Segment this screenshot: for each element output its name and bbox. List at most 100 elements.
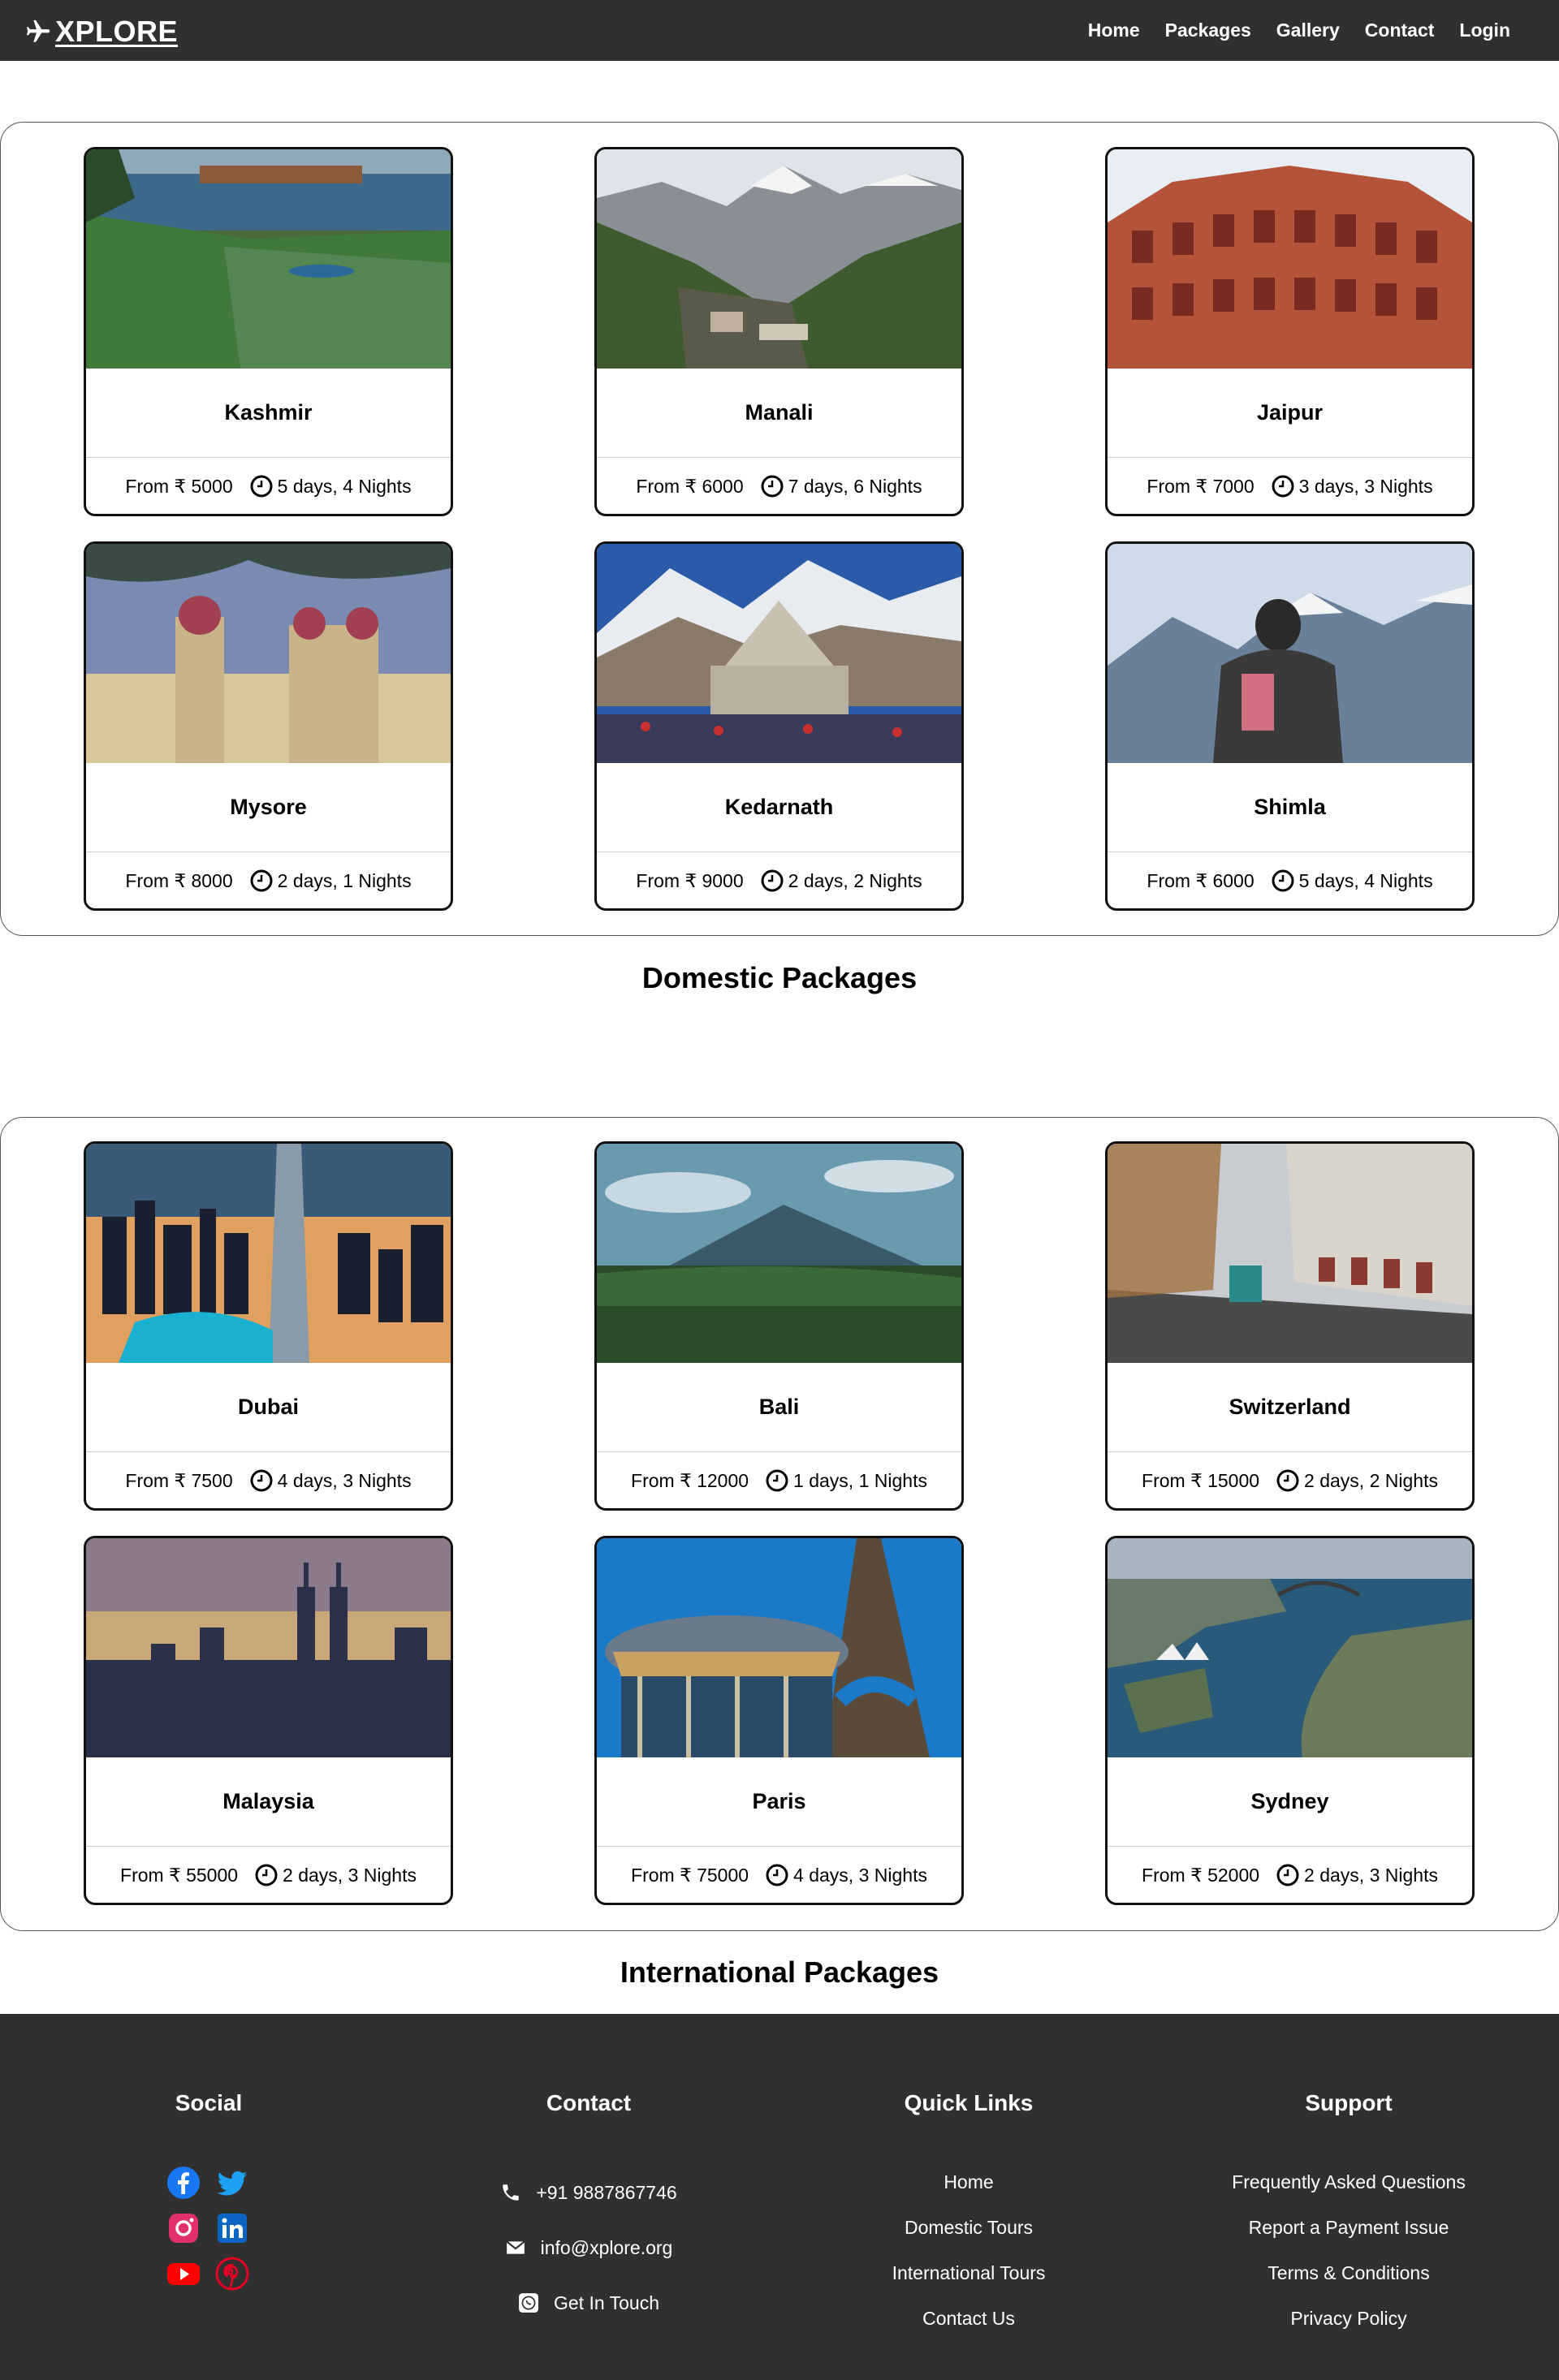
footer-support-title: Support — [1305, 2090, 1393, 2115]
nav-home[interactable]: Home — [1088, 19, 1140, 41]
jaipur-photo — [1108, 149, 1472, 369]
package-duration: 1 days, 1 Nights — [765, 1468, 927, 1493]
brand-logo[interactable]: XPLORE — [23, 15, 178, 49]
support-link-privacy[interactable]: Privacy Policy — [1154, 2296, 1544, 2341]
clock-icon — [1276, 1469, 1299, 1492]
pinterest-icon[interactable] — [214, 2256, 250, 2292]
quick-links-list: Home Domestic Tours International Tours … — [774, 2159, 1164, 2341]
contact-email[interactable]: info@xplore.org — [394, 2220, 784, 2275]
nav-gallery[interactable]: Gallery — [1276, 19, 1340, 41]
package-duration: 2 days, 2 Nights — [760, 869, 922, 893]
duration-text: 2 days, 2 Nights — [788, 869, 922, 891]
package-price: From ₹ 5000 — [125, 475, 233, 497]
instagram-icon[interactable] — [166, 2210, 201, 2246]
package-duration: 4 days, 3 Nights — [765, 1863, 927, 1887]
linkedin-icon[interactable] — [214, 2210, 250, 2246]
package-info: From ₹ 12000 1 days, 1 Nights — [597, 1453, 961, 1508]
facebook-icon[interactable] — [166, 2165, 201, 2201]
package-info: From ₹ 75000 4 days, 3 Nights — [597, 1848, 961, 1903]
package-name: Mysore — [86, 763, 451, 852]
clock-icon — [766, 1864, 788, 1886]
package-name: Malaysia — [86, 1757, 451, 1847]
twitter-icon[interactable] — [214, 2165, 250, 2201]
package-card-sydney[interactable]: Sydney From ₹ 52000 2 days, 3 Nights — [1105, 1536, 1475, 1905]
duration-text: 4 days, 3 Nights — [277, 1469, 412, 1491]
nav-menu: Home Packages Gallery Contact Login — [1088, 0, 1510, 61]
package-card-switzerland[interactable]: Switzerland From ₹ 15000 2 days, 2 Night… — [1105, 1141, 1475, 1511]
package-price: From ₹ 6000 — [636, 475, 744, 497]
package-card-jaipur[interactable]: Jaipur From ₹ 7000 3 days, 3 Nights — [1105, 147, 1475, 516]
contact-whatsapp[interactable]: Get In Touch — [394, 2275, 784, 2330]
duration-text: 2 days, 3 Nights — [1304, 1864, 1438, 1886]
bali-photo — [597, 1144, 961, 1363]
support-link-faq[interactable]: Frequently Asked Questions — [1154, 2159, 1544, 2205]
package-info: From ₹ 15000 2 days, 2 Nights — [1108, 1453, 1472, 1508]
package-info: From ₹ 5000 5 days, 4 Nights — [86, 459, 451, 514]
navbar: XPLORE Home Packages Gallery Contact Log… — [0, 0, 1559, 61]
contact-phone[interactable]: +91 9887867746 — [394, 2165, 784, 2220]
support-link-payment-issue[interactable]: Report a Payment Issue — [1154, 2205, 1544, 2250]
package-duration: 2 days, 3 Nights — [1276, 1863, 1438, 1887]
package-card-manali[interactable]: Manali From ₹ 6000 7 days, 6 Nights — [594, 147, 964, 516]
airplane-icon — [26, 19, 50, 42]
package-card-mysore[interactable]: Mysore From ₹ 8000 2 days, 1 Nights — [84, 541, 453, 911]
package-card-bali[interactable]: Bali From ₹ 12000 1 days, 1 Nights — [594, 1141, 964, 1511]
quick-link-home[interactable]: Home — [774, 2159, 1164, 2205]
social-icons — [166, 2165, 252, 2292]
clock-icon — [255, 1864, 278, 1886]
clock-icon — [1272, 475, 1294, 498]
package-card-paris[interactable]: Paris From ₹ 75000 4 days, 3 Nights — [594, 1536, 964, 1905]
quick-link-contact-us[interactable]: Contact Us — [774, 2296, 1164, 2341]
package-duration: 4 days, 3 Nights — [249, 1468, 412, 1493]
kedarnath-photo — [597, 544, 961, 763]
package-price: From ₹ 6000 — [1147, 869, 1255, 891]
quick-link-domestic-tours[interactable]: Domestic Tours — [774, 2205, 1164, 2250]
kashmir-photo — [86, 149, 451, 369]
mysore-photo — [86, 544, 451, 763]
package-card-shimla[interactable]: Shimla From ₹ 6000 5 days, 4 Nights — [1105, 541, 1475, 911]
whatsapp-text: Get In Touch — [554, 2292, 659, 2313]
package-name: Kedarnath — [597, 763, 961, 852]
shimla-photo — [1108, 544, 1472, 763]
duration-text: 4 days, 3 Nights — [793, 1864, 927, 1886]
duration-text: 7 days, 6 Nights — [788, 475, 922, 497]
clock-icon — [250, 869, 273, 892]
clock-icon — [1272, 869, 1294, 892]
package-name: Manali — [597, 369, 961, 458]
package-duration: 3 days, 3 Nights — [1271, 474, 1433, 498]
contact-list: +91 9887867746 info@xplore.org Get In To… — [394, 2165, 784, 2330]
support-links-list: Frequently Asked Questions Report a Paym… — [1154, 2159, 1544, 2341]
duration-text: 5 days, 4 Nights — [1298, 869, 1433, 891]
malaysia-photo — [86, 1538, 451, 1757]
footer-contact-title: Contact — [546, 2090, 632, 2115]
clock-icon — [250, 1469, 273, 1492]
package-name: Paris — [597, 1757, 961, 1847]
package-card-kedarnath[interactable]: Kedarnath From ₹ 9000 2 days, 2 Nights — [594, 541, 964, 911]
package-duration: 2 days, 3 Nights — [254, 1863, 417, 1887]
domestic-section-title: Domestic Packages — [641, 961, 918, 994]
package-info: From ₹ 52000 2 days, 3 Nights — [1108, 1848, 1472, 1903]
package-info: From ₹ 8000 2 days, 1 Nights — [86, 853, 451, 908]
package-card-kashmir[interactable]: Kashmir From ₹ 5000 5 days, 4 Nights — [84, 147, 453, 516]
package-info: From ₹ 9000 2 days, 2 Nights — [597, 853, 961, 908]
envelope-icon — [506, 2240, 525, 2254]
package-price: From ₹ 9000 — [636, 869, 744, 891]
duration-text: 2 days, 2 Nights — [1304, 1469, 1438, 1491]
youtube-icon[interactable] — [166, 2256, 201, 2292]
package-price: From ₹ 12000 — [631, 1469, 749, 1491]
clock-icon — [1276, 1864, 1299, 1886]
clock-icon — [250, 475, 273, 498]
package-name: Sydney — [1108, 1757, 1472, 1847]
nav-contact[interactable]: Contact — [1365, 19, 1435, 41]
package-price: From ₹ 75000 — [631, 1864, 749, 1886]
package-price: From ₹ 15000 — [1142, 1469, 1260, 1491]
package-card-dubai[interactable]: Dubai From ₹ 7500 4 days, 3 Nights — [84, 1141, 453, 1511]
package-name: Kashmir — [86, 369, 451, 458]
package-info: From ₹ 6000 7 days, 6 Nights — [597, 459, 961, 514]
nav-packages[interactable]: Packages — [1165, 19, 1251, 41]
package-card-malaysia[interactable]: Malaysia From ₹ 55000 2 days, 3 Nights — [84, 1536, 453, 1905]
quick-link-international-tours[interactable]: International Tours — [774, 2250, 1164, 2296]
clock-icon — [761, 869, 784, 892]
support-link-terms[interactable]: Terms & Conditions — [1154, 2250, 1544, 2296]
nav-login[interactable]: Login — [1459, 19, 1510, 41]
